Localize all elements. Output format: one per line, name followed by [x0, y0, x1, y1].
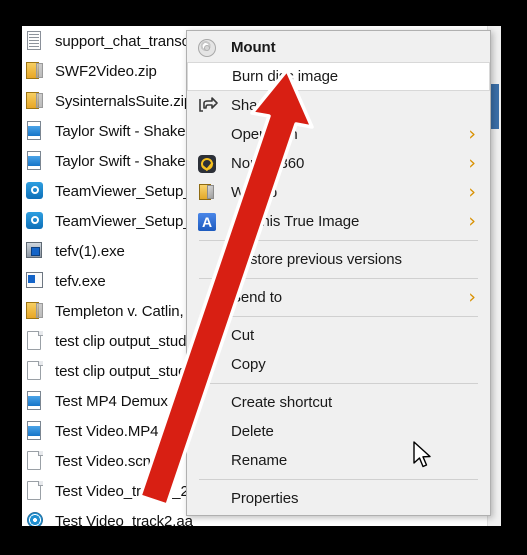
chevron-right-icon: › [468, 181, 476, 203]
menu-item-label: Restore previous versions [231, 251, 402, 268]
teamviewer-icon [25, 180, 45, 202]
file-name-label: tefv(1).exe [55, 242, 125, 260]
zip-archive-icon [25, 60, 45, 82]
menu-item-label: WinZip [231, 184, 278, 201]
menu-item-mount[interactable]: Mount [187, 33, 490, 62]
screenshot-root: support_chat_transcr SWF2Video.zip Sysinte… [0, 0, 527, 555]
menu-item-share[interactable]: Share [187, 91, 490, 120]
menu-icon-placeholder [197, 392, 221, 414]
audio-file-icon [25, 510, 45, 526]
menu-item-cut[interactable]: Cut [187, 321, 490, 350]
menu-icon-placeholder [197, 354, 221, 376]
file-name-label: support_chat_transcr [55, 32, 194, 50]
menu-icon-placeholder [197, 325, 221, 347]
video-file-icon [25, 420, 45, 442]
menu-item-open-with[interactable]: Open with › [187, 120, 490, 149]
file-name-label: Taylor Swift - Shake [55, 122, 186, 140]
menu-item-delete[interactable]: Delete [187, 417, 490, 446]
menu-item-label: Share [231, 97, 271, 114]
file-name-label: TeamViewer_Setup_e [55, 212, 200, 230]
menu-item-acronis-true-image[interactable]: Acronis True Image › [187, 207, 490, 236]
scrollbar-thumb[interactable] [490, 84, 499, 129]
menu-item-label: Copy [231, 356, 266, 373]
blank-document-icon [25, 480, 45, 502]
file-name-label: Test Video_track2.aa [55, 512, 193, 527]
norton-icon [197, 153, 221, 175]
setup-executable-icon [25, 240, 45, 262]
chevron-right-icon: › [468, 210, 476, 232]
menu-icon-placeholder [197, 450, 221, 472]
menu-icon-placeholder [198, 66, 222, 88]
executable-icon [25, 270, 45, 292]
teamviewer-icon [25, 210, 45, 232]
menu-item-label: Create shortcut [231, 394, 333, 411]
file-name-label: Test Video.MP4 [55, 422, 159, 440]
chevron-right-icon: › [468, 286, 476, 308]
menu-item-winzip[interactable]: WinZip › [187, 178, 490, 207]
zip-archive-icon [25, 90, 45, 112]
menu-item-label: Acronis True Image [231, 213, 360, 230]
menu-item-send-to[interactable]: Send to › [187, 283, 490, 312]
file-name-label: SWF2Video.zip [55, 62, 157, 80]
menu-item-rename[interactable]: Rename [187, 446, 490, 475]
menu-item-copy[interactable]: Copy [187, 350, 490, 379]
menu-separator [199, 278, 478, 279]
winzip-icon [197, 182, 221, 204]
chevron-right-icon: › [468, 152, 476, 174]
file-name-label: Test MP4 Demux.mp [55, 392, 193, 410]
menu-item-burn-disc-image[interactable]: Burn disc image [187, 62, 490, 91]
menu-item-label: Rename [231, 452, 288, 469]
menu-item-label: Cut [231, 327, 255, 344]
file-name-label: SysinternalsSuite.zip [55, 92, 193, 110]
share-icon [197, 95, 221, 117]
menu-icon-placeholder [197, 421, 221, 443]
file-detail-date: 1/20/2018 12:00 AM [362, 524, 478, 526]
video-file-icon [25, 390, 45, 412]
menu-item-label: Send to [231, 289, 283, 306]
menu-item-properties[interactable]: Properties [187, 484, 490, 513]
context-menu[interactable]: Mount Burn disc image Share Open with › Norto… [186, 30, 491, 516]
video-file-icon [25, 120, 45, 142]
file-name-label: Taylor Swift - Shake [55, 152, 186, 170]
file-name-label: TeamViewer_Setup_e [55, 182, 200, 200]
file-name-label: test clip output_stud [55, 362, 187, 380]
file-name-label: Templeton v. Catlin, [55, 302, 184, 320]
menu-item-label: Burn disc image [232, 68, 339, 85]
blank-document-icon [25, 360, 45, 382]
menu-icon-placeholder [197, 249, 221, 271]
file-name-label: test clip output_stud [55, 332, 187, 350]
menu-item-norton-360[interactable]: Norton 360 › [187, 149, 490, 178]
text-file-icon [25, 30, 45, 52]
menu-separator [199, 240, 478, 241]
menu-item-label: Open with [231, 126, 298, 143]
menu-item-restore-previous-versions[interactable]: Restore previous versions [187, 245, 490, 274]
blank-document-icon [25, 450, 45, 472]
file-name-label: Test Video_track1_2 [55, 482, 189, 500]
menu-item-label: Delete [231, 423, 274, 440]
video-file-icon [25, 150, 45, 172]
menu-item-label: Mount [231, 39, 276, 56]
menu-icon-placeholder [197, 488, 221, 510]
zip-archive-icon [25, 300, 45, 322]
disc-icon [197, 37, 221, 59]
acronis-icon [197, 211, 221, 233]
chevron-right-icon: › [468, 123, 476, 145]
menu-icon-placeholder [197, 124, 221, 146]
menu-separator [199, 316, 478, 317]
check-glyph [201, 158, 214, 171]
menu-item-create-shortcut[interactable]: Create shortcut [187, 388, 490, 417]
menu-item-label: Properties [231, 490, 299, 507]
menu-separator [199, 383, 478, 384]
menu-separator [199, 479, 478, 480]
blank-document-icon [25, 330, 45, 352]
menu-icon-placeholder [197, 287, 221, 309]
file-name-label: Test Video.scn [55, 452, 151, 470]
menu-item-label: Norton 360 [231, 155, 305, 172]
file-name-label: tefv.exe [55, 272, 106, 290]
